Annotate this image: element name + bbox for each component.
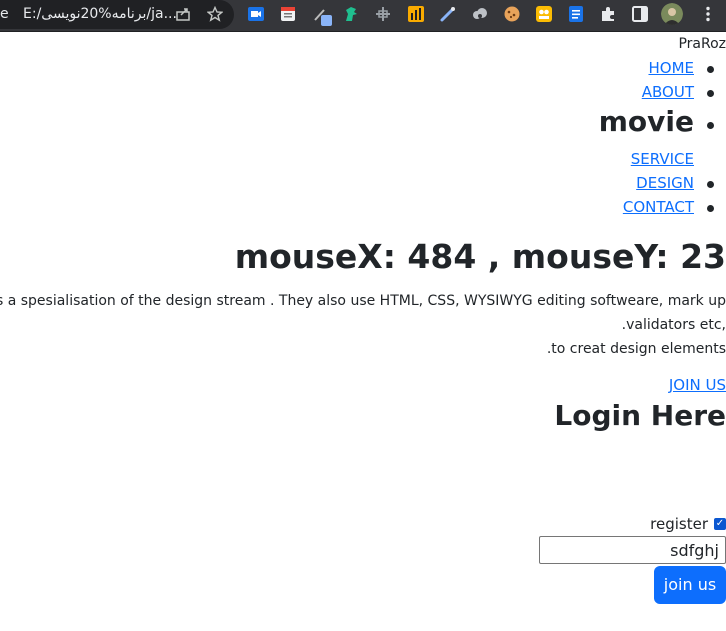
browser-toolbar: e E:/برنامه%20نویسی/ja... [0,0,726,32]
cloud-ext-icon[interactable] [471,5,489,23]
box-ext-icon[interactable] [535,5,553,23]
paragraph-line-1: s a spesialisation of the design stream … [0,293,726,309]
share-icon[interactable] [174,5,192,23]
nav-item-movie: movie [598,105,694,138]
ruler-ext-icon[interactable] [374,5,392,23]
login-heading: Login Here [554,399,726,432]
puzzle-icon[interactable] [599,5,617,23]
register-label: register [650,515,708,533]
meet-ext-icon[interactable] [247,5,265,23]
edge-text: e [0,6,9,22]
list-bullet [707,205,714,212]
pen-ext-icon[interactable] [312,5,332,26]
nav-item-design[interactable]: DESIGN [636,174,694,196]
nav-item-home[interactable]: HOME [648,59,694,81]
list-bullet [707,90,714,97]
join-us-button[interactable]: join us [654,566,726,604]
nav-link-contact[interactable]: CONTACT [623,198,694,216]
site-brand[interactable]: PraRoz [678,36,726,52]
chart-ext-icon[interactable] [407,5,425,23]
list-bullet [707,122,714,129]
list-bullet [707,181,714,188]
nav-link-home[interactable]: HOME [648,59,694,77]
nav-link-about[interactable]: ABOUT [642,83,694,101]
page-content: PraRoz HOME ABOUT movie SERVICE DESIGN C… [0,31,726,631]
bookmark-star-icon[interactable] [206,5,224,23]
avatar[interactable] [661,3,683,25]
docs-ext-icon[interactable] [567,5,585,23]
nav-item-service[interactable]: SERVICE [631,150,694,172]
cookie-ext-icon[interactable] [503,5,521,23]
sidepanel-icon[interactable] [631,5,649,23]
nav-item-about[interactable]: ABOUT [642,83,694,105]
join-us-link[interactable]: JOIN US [669,376,726,394]
dropper-ext-icon[interactable] [439,5,457,23]
url-text[interactable]: E:/برنامه%20نویسی/ja... [23,6,193,22]
calendar-ext-icon[interactable] [279,5,297,23]
description-paragraph: s a spesialisation of the design stream … [0,289,726,361]
nav-link-service[interactable]: SERVICE [631,150,694,168]
list-bullet [707,66,714,73]
menu-dots-icon[interactable] [699,5,717,23]
text-input[interactable]: sdfghj [539,536,726,564]
dinosaur-ext-icon[interactable] [342,5,360,23]
nav-link-design[interactable]: DESIGN [636,174,694,192]
register-checkbox-row[interactable]: register ✓ [650,515,726,533]
address-bar[interactable]: e E:/برنامه%20نویسی/ja... [0,0,234,29]
paragraph-line-3: .to creat design elements [546,341,726,357]
register-checkbox[interactable]: ✓ [714,518,726,530]
mouse-coordinates-heading: mouseX: 484 , mouseY: 23 [234,237,726,276]
paragraph-line-2: .validators etc, [621,317,726,333]
nav-item-contact[interactable]: CONTACT [623,198,694,220]
